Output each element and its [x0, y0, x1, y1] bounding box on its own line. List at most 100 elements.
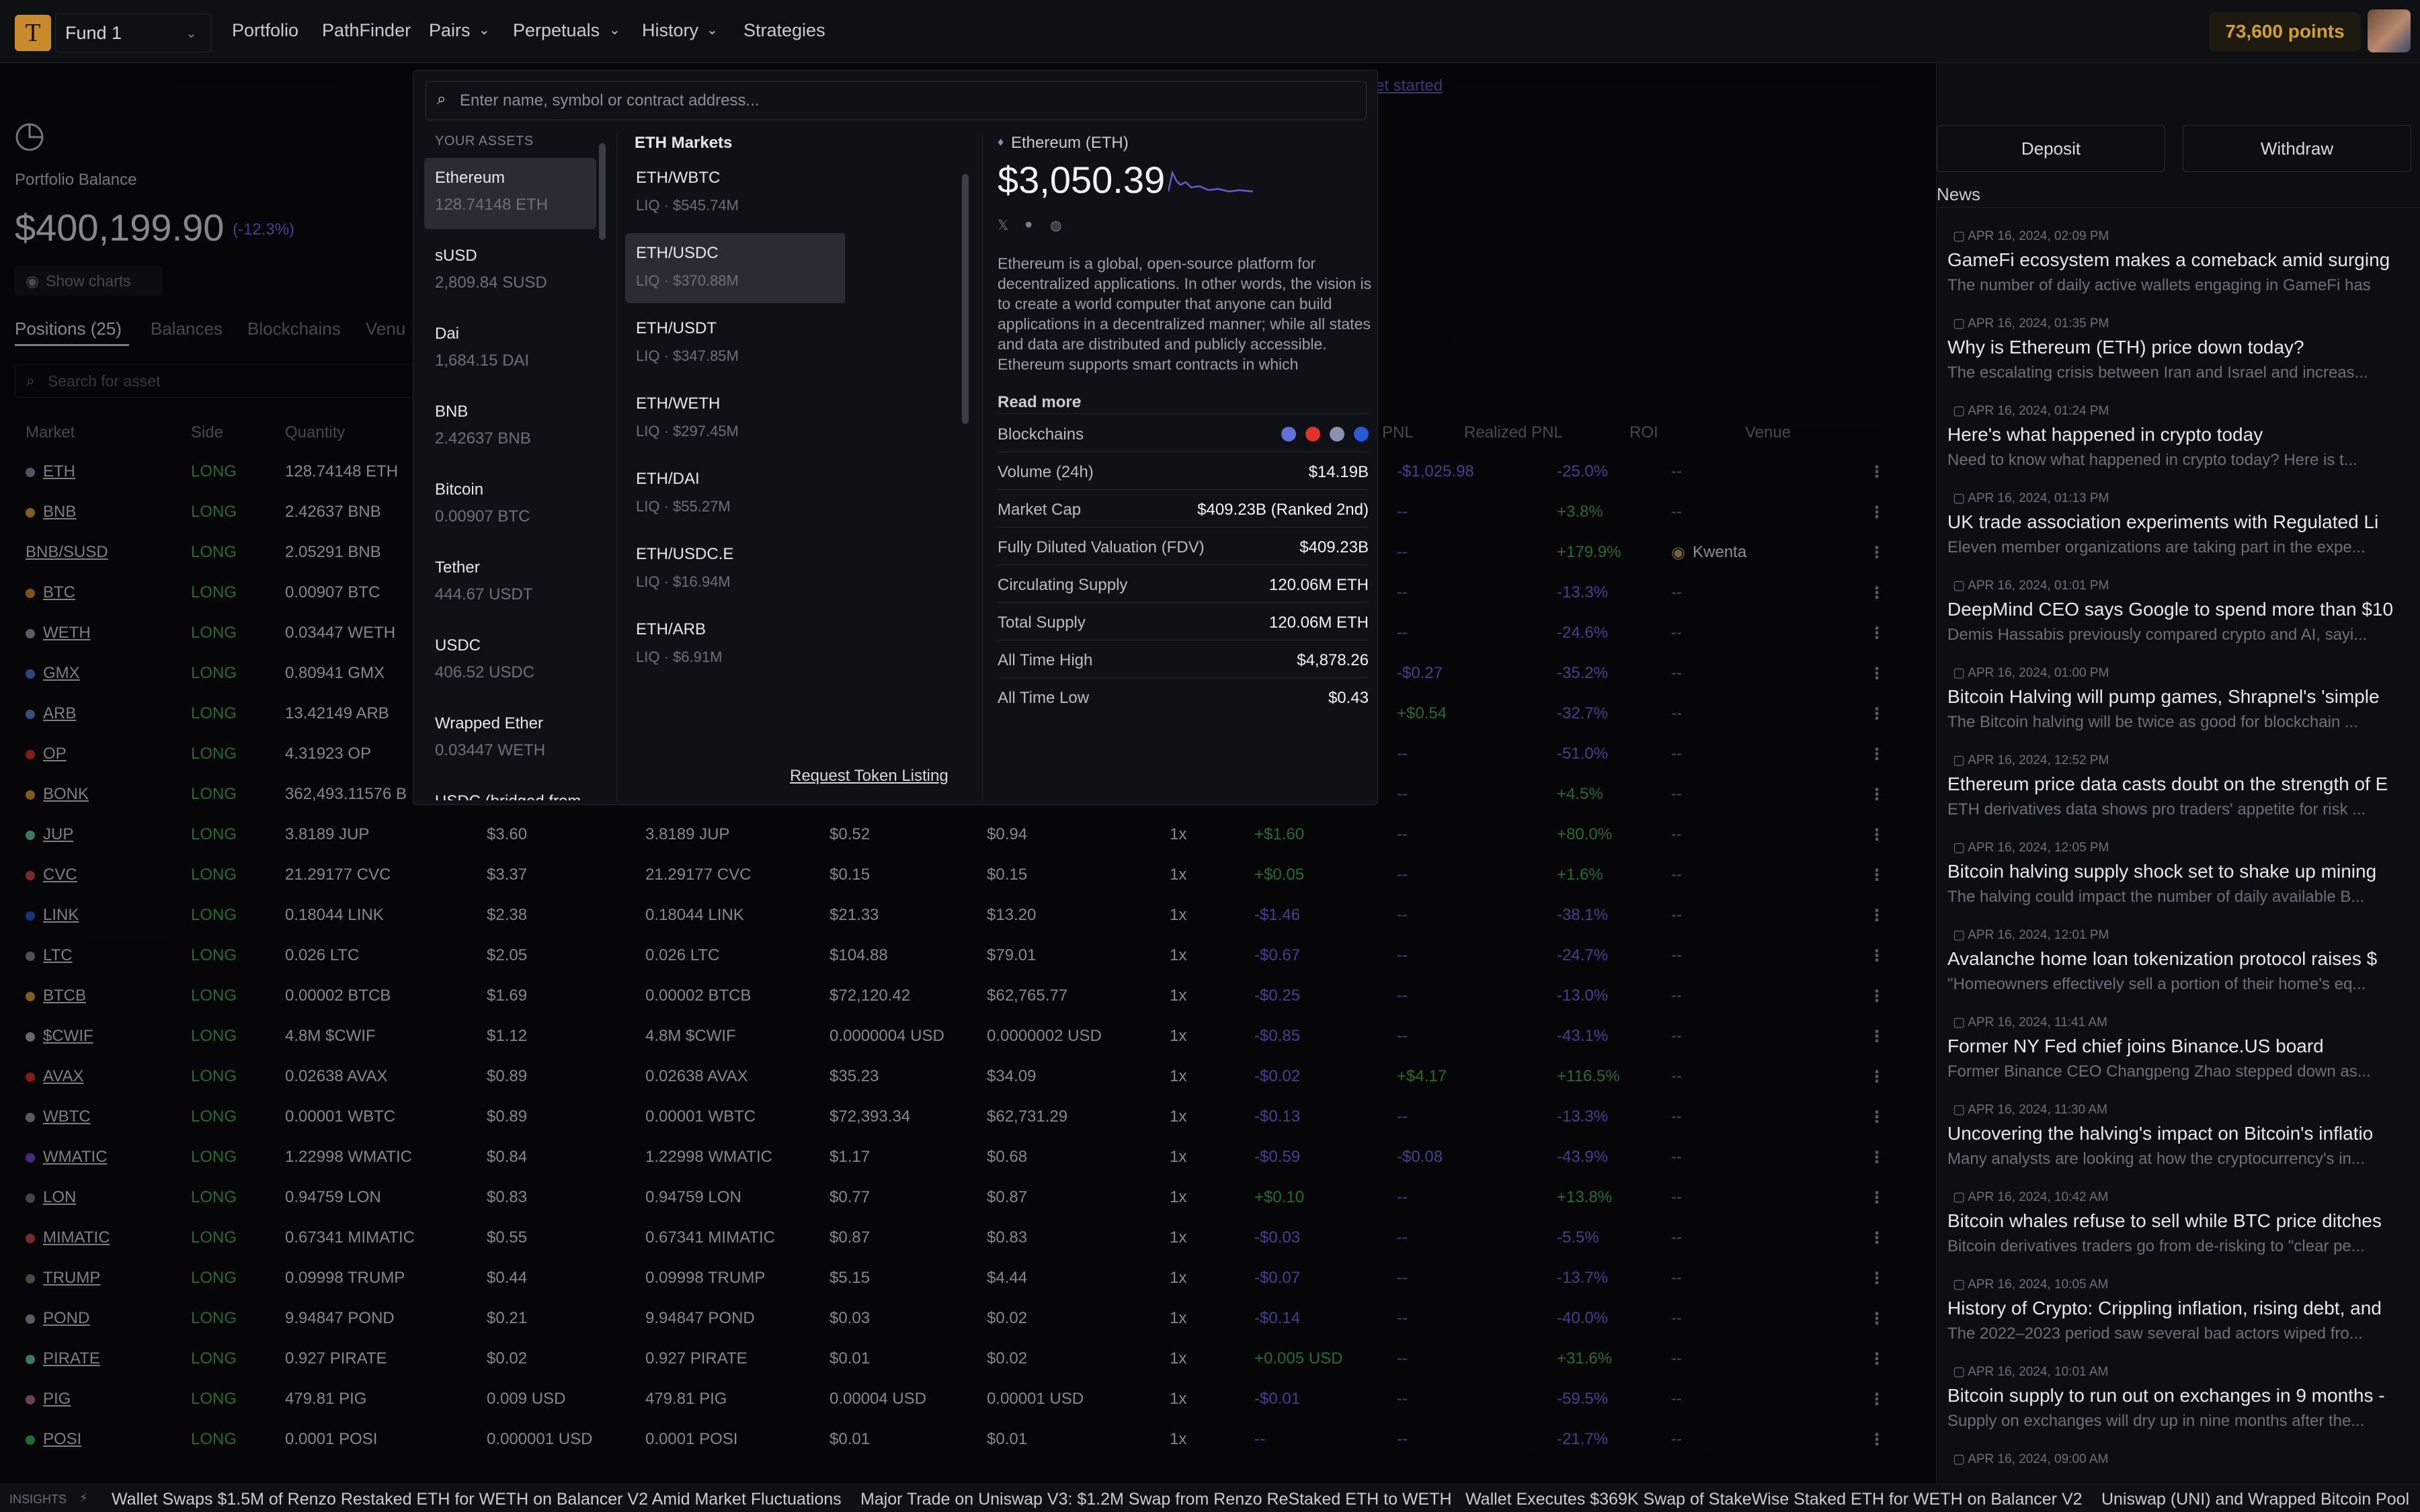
your-assets-label: YOUR ASSETS — [435, 134, 534, 149]
news-item[interactable]: ▢ APR 16, 2024, 01:00 PM Bitcoin Halving … — [1947, 665, 2411, 753]
assets-scrollbar[interactable] — [599, 143, 606, 240]
market-item[interactable]: ETH/DAI LIQ · $55.27M — [625, 459, 845, 529]
news-item[interactable]: ▢ APR 16, 2024, 01:01 PM DeepMind CEO say… — [1947, 578, 2411, 665]
asset-item[interactable]: Ethereum 128.74148 ETH — [424, 158, 596, 229]
stat-row: All Time Low $0.43 — [998, 678, 1369, 716]
news-item[interactable]: ▢ APR 16, 2024, 12:01 PM Avalanche home l… — [1947, 927, 2411, 1015]
ticker-item[interactable]: Wallet Swaps $1.5M of Renzo Restaked ETH… — [112, 1490, 842, 1509]
github-icon[interactable]: ● — [1024, 217, 1033, 233]
nav-portfolio[interactable]: Portfolio — [232, 20, 298, 41]
news-item[interactable]: ▢ APR 16, 2024, 11:30 AM Uncovering the h… — [1947, 1102, 2411, 1189]
news-date: ▢ APR 16, 2024, 12:05 PM — [1947, 840, 2411, 855]
market-item[interactable]: ETH/USDC.E LIQ · $16.94M — [625, 534, 845, 604]
news-item[interactable]: ▢ APR 16, 2024, 10:42 AM Bitcoin whales r… — [1947, 1189, 2411, 1277]
news-summary: ETH derivatives data shows pro traders' … — [1947, 800, 2366, 818]
news-item[interactable]: ▢ APR 16, 2024, 09:00 AM — [1947, 1452, 2411, 1478]
eth-markets-column: ETH Markets ETH/WBTC LIQ · $545.74M ETH/US… — [616, 134, 845, 800]
stat-label: All Time High — [998, 651, 1093, 669]
news-date: ▢ APR 16, 2024, 02:09 PM — [1947, 228, 2411, 244]
token-search-input[interactable]: ⌕ Enter name, symbol or contract address… — [426, 81, 1367, 120]
stat-label: Volume (24h) — [998, 463, 1094, 481]
points-badge[interactable]: 73,600 points — [2209, 12, 2361, 51]
market-item[interactable]: ETH/USDC LIQ · $370.88M — [625, 233, 845, 303]
market-item[interactable]: ETH/WETH LIQ · $297.45M — [625, 384, 845, 454]
blockchain-icon[interactable] — [1281, 427, 1296, 442]
asset-name: Bitcoin — [435, 480, 484, 499]
stat-label: Circulating Supply — [998, 576, 1128, 594]
x-twitter-icon[interactable]: 𝕏 — [998, 217, 1008, 234]
nav-pathfinder[interactable]: PathFinder — [322, 20, 411, 41]
deposit-button[interactable]: Deposit — [1937, 125, 2165, 172]
stat-value: $409.23B (Ranked 2nd) — [1197, 501, 1369, 519]
blockchains-row: Blockchains — [998, 415, 1369, 452]
market-item[interactable]: ETH/ARB LIQ · $6.91M — [625, 610, 845, 679]
asset-item[interactable]: Tether 444.67 USDT — [424, 548, 596, 619]
calendar-icon: ▢ — [1953, 841, 1968, 855]
asset-item[interactable]: USDC 406.52 USDC — [424, 626, 596, 697]
read-more-link[interactable]: Read more — [998, 393, 1081, 412]
news-date-text: APR 16, 2024, 11:30 AM — [1968, 1103, 2107, 1117]
nav-perpetuals[interactable]: Perpetuals — [513, 20, 600, 41]
market-pair: ETH/ARB — [636, 620, 707, 638]
news-title: Bitcoin halving supply shock set to shak… — [1947, 861, 2377, 882]
asset-balance: 406.52 USDC — [435, 663, 535, 681]
news-item[interactable]: ▢ APR 16, 2024, 02:09 PM GameFi ecosystem… — [1947, 228, 2411, 316]
asset-item[interactable]: USDC (bridged from — [424, 782, 596, 800]
asset-name: Ethereum — [435, 169, 506, 187]
ticker-item[interactable]: Uniswap (UNI) and Wrapped Bitcoin Pool — [2101, 1490, 2409, 1509]
stat-row: Total Supply 120.06M ETH — [998, 603, 1369, 640]
news-item[interactable]: ▢ APR 16, 2024, 01:13 PM UK trade associa… — [1947, 491, 2411, 578]
fund-selector[interactable]: Fund 1 ⌄ — [55, 13, 211, 52]
blockchains-label: Blockchains — [998, 425, 1084, 444]
market-item[interactable]: ETH/WBTC LIQ · $545.74M — [625, 158, 845, 228]
nav-strategies[interactable]: Strategies — [743, 20, 825, 41]
nav-history[interactable]: History — [642, 20, 698, 41]
news-item[interactable]: ▢ APR 16, 2024, 01:35 PM Why is Ethereum … — [1947, 316, 2411, 403]
news-title: GameFi ecosystem makes a comeback amid s… — [1947, 249, 2390, 270]
news-heading: News — [1937, 184, 1981, 204]
news-item[interactable]: ▢ APR 16, 2024, 01:24 PM Here's what happ… — [1947, 403, 2411, 491]
asset-balance: 1,684.15 DAI — [435, 351, 530, 370]
markets-scrollbar[interactable] — [962, 174, 969, 424]
news-item[interactable]: ▢ APR 16, 2024, 10:05 AM History of Crypt… — [1947, 1277, 2411, 1364]
app-logo[interactable]: T — [15, 15, 51, 51]
asset-name: Tether — [435, 558, 480, 577]
assets-list: Ethereum 128.74148 ETH sUSD 2,809.84 SUSD Da… — [417, 158, 610, 800]
market-item[interactable]: ETH/USDT LIQ · $347.85M — [625, 308, 845, 378]
asset-item[interactable]: Dai 1,684.15 DAI — [424, 314, 596, 385]
calendar-icon: ▢ — [1953, 579, 1968, 593]
your-assets-column: YOUR ASSETS Ethereum 128.74148 ETH sUSD 2,8… — [417, 134, 610, 800]
news-date-text: APR 16, 2024, 01:35 PM — [1968, 317, 2109, 331]
asset-name: Dai — [435, 325, 460, 343]
blockchain-icon[interactable] — [1330, 427, 1344, 442]
news-summary: Former Binance CEO Changpeng Zhao steppe… — [1947, 1062, 2371, 1081]
request-token-listing-link[interactable]: Request Token Listing — [790, 767, 949, 786]
asset-item[interactable]: sUSD 2,809.84 SUSD — [424, 236, 596, 307]
blockchain-icon[interactable] — [1305, 427, 1320, 442]
calendar-icon: ▢ — [1953, 491, 1968, 505]
reddit-icon[interactable]: ◍ — [1050, 217, 1061, 234]
news-item[interactable]: ▢ APR 16, 2024, 11:41 AM Former NY Fed ch… — [1947, 1015, 2411, 1102]
stat-row: Fully Diluted Valuation (FDV) $409.23B — [998, 528, 1369, 565]
news-date: ▢ APR 16, 2024, 10:01 AM — [1947, 1364, 2411, 1380]
stat-label: Market Cap — [998, 501, 1082, 519]
insights-ticker: INSIGHTS ⚡ Wallet Swaps $1.5M of Renzo R… — [0, 1484, 2420, 1512]
blockchain-icon[interactable] — [1354, 427, 1369, 442]
market-pair: ETH/DAI — [636, 470, 700, 488]
news-item[interactable]: ▢ APR 16, 2024, 12:05 PM Bitcoin halving … — [1947, 840, 2411, 927]
ticker-item[interactable]: Major Trade on Uniswap V3: $1.2M Swap fr… — [860, 1490, 1452, 1509]
news-title: Bitcoin supply to run out on exchanges i… — [1947, 1385, 2385, 1406]
asset-item[interactable]: Wrapped Ether 0.03447 WETH — [424, 704, 596, 775]
market-liquidity: LIQ · $55.27M — [636, 498, 731, 515]
ticker-item[interactable]: Wallet Executes $369K Swap of StakeWise … — [1465, 1490, 2083, 1509]
nav-pairs[interactable]: Pairs — [429, 20, 471, 41]
market-item[interactable]: ETH/SUSDLIQ · $683,254.12 — [625, 685, 845, 689]
news-item[interactable]: ▢ APR 16, 2024, 12:52 PM Ethereum price d… — [1947, 753, 2411, 840]
stat-label: Total Supply — [998, 614, 1086, 632]
news-date: ▢ APR 16, 2024, 01:24 PM — [1947, 403, 2411, 419]
avatar[interactable] — [2368, 9, 2411, 52]
asset-item[interactable]: BNB 2.42637 BNB — [424, 392, 596, 463]
withdraw-button[interactable]: Withdraw — [2183, 125, 2411, 172]
asset-item[interactable]: Bitcoin 0.00907 BTC — [424, 470, 596, 541]
news-item[interactable]: ▢ APR 16, 2024, 10:01 AM Bitcoin supply t… — [1947, 1364, 2411, 1452]
